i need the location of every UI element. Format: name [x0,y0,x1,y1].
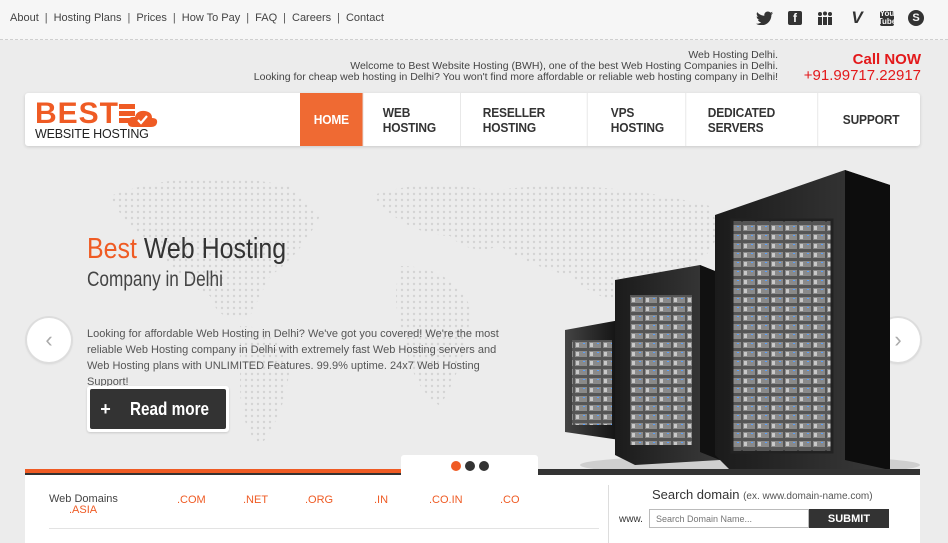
hero-subtitle: Company in Delhi [87,268,223,291]
plus-icon: + [100,398,111,419]
skype-icon[interactable]: S [908,10,924,26]
slider-dot[interactable] [478,461,489,471]
slider-dot[interactable] [450,461,461,471]
top-link-contact[interactable]: Contact [346,12,384,24]
twitter-icon[interactable] [756,9,774,27]
separator: | [246,12,250,24]
top-links: About | Hosting Plans | Prices | How To … [10,12,384,24]
www-prefix: www. [619,514,643,525]
hero-title-rest: Web Hosting [136,233,287,265]
domain-ext-org[interactable]: .ORG [305,494,333,506]
vimeo-icon[interactable]: V [848,8,866,27]
read-more-label: Read more [129,398,209,419]
search-domain-label: Search domain [652,487,740,502]
logo-main-text: BEST [35,97,120,130]
cloud-server-icon [119,104,158,127]
divider [49,528,599,529]
domain-ext-co[interactable]: .CO [500,494,520,506]
server-racks-illustration [565,170,920,475]
nav-item-reseller-hosting[interactable]: RESELLER HOSTING [469,93,588,146]
top-link-careers[interactable]: Careers [292,12,331,24]
top-link-how-to-pay[interactable]: How To Pay [182,12,241,24]
nav-menu: HOME WEB HOSTING RESELLER HOSTING VPS HO… [300,93,920,146]
top-link-hosting-plans[interactable]: Hosting Plans [54,12,122,24]
welcome-text: Web Hosting Delhi. Welcome to Best Websi… [254,50,778,83]
domain-ext-co-in[interactable]: .CO.IN [429,494,463,506]
separator: | [172,12,176,24]
top-link-prices[interactable]: Prices [136,12,167,24]
nav-item-support[interactable]: SUPPORT [829,93,913,146]
submit-button[interactable]: SUBMIT [809,509,889,528]
read-more-button[interactable]: + Read more [87,386,229,432]
search-domain-example: (ex. www.domain-name.com) [743,491,873,502]
facebook-icon[interactable]: f [788,11,802,25]
social-links: f V You Tube S [756,8,924,27]
slider-pagination [401,455,538,477]
divider [608,485,609,543]
domain-panel: Web Domains .ASIA .COM .NET .ORG .IN .CO… [25,475,920,543]
welcome-line-3: Looking for cheap web hosting in Delhi? … [253,71,778,83]
slider-progress-fill [25,469,405,473]
logo-sub-text: WEBSITE HOSTING [35,127,149,141]
hero-title-highlight: Best [87,233,137,265]
domain-ext-in[interactable]: .IN [374,494,388,506]
phone-number[interactable]: +91.99717.22917 [804,67,921,84]
nav-item-web-hosting[interactable]: WEB HOSTING [369,93,461,146]
slider-dot[interactable] [464,461,475,471]
separator: | [337,12,340,24]
separator: | [283,12,286,24]
domain-ext-com[interactable]: .COM [177,494,206,506]
hero-description: Looking for affordable Web Hosting in De… [87,328,499,388]
search-domain-title: Search domain (ex. www.domain-name.com) [652,487,873,502]
main-navbar: BEST WEBSITE HOSTING HOME WEB HOSTING RE… [25,93,920,146]
top-link-about[interactable]: About [10,12,39,24]
slider-prev-button[interactable]: ‹ [27,318,71,362]
top-link-faq[interactable]: FAQ [255,12,277,24]
separator: | [44,12,48,24]
youtube-icon[interactable]: You Tube [878,10,896,26]
nav-item-dedicated-servers[interactable]: DEDICATED SERVERS [694,93,818,146]
domain-ext-net[interactable]: .NET [243,494,268,506]
domain-ext-asia[interactable]: .ASIA [69,504,97,516]
chevron-left-icon: ‹ [45,327,53,352]
logo[interactable]: BEST WEBSITE HOSTING [33,97,183,143]
separator: | [127,12,131,24]
hero-title: Best Web Hosting [87,234,286,265]
top-bar: About | Hosting Plans | Prices | How To … [0,0,948,40]
call-now-label: Call NOW [852,51,921,68]
domain-search-input[interactable] [649,509,809,528]
myspace-icon[interactable] [816,9,834,27]
nav-item-home[interactable]: HOME [300,93,364,146]
hero-slider: Best Web Hosting Company in Delhi Lookin… [0,146,948,476]
call-now: Call NOW +91.99717.22917 [804,52,921,84]
nav-item-vps-hosting[interactable]: VPS HOSTING [597,93,687,146]
